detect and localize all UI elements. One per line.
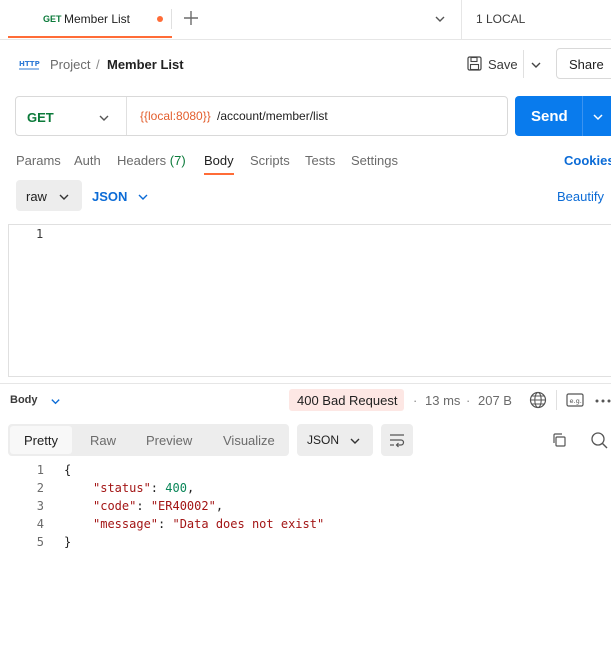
tab-raw[interactable]: Raw xyxy=(90,433,116,448)
json-key: "code" xyxy=(93,499,137,513)
beautify-link[interactable]: Beautify xyxy=(557,189,604,204)
chevron-down-icon[interactable] xyxy=(434,13,446,25)
wrap-lines-icon[interactable] xyxy=(389,432,405,448)
search-icon[interactable] xyxy=(590,431,608,449)
cookies-link[interactable]: Cookies xyxy=(564,153,611,168)
response-size[interactable]: 207 B xyxy=(478,393,512,408)
chevron-down-icon[interactable] xyxy=(50,396,61,407)
json-colon: : xyxy=(150,481,166,495)
tab-params[interactable]: Params xyxy=(16,153,61,168)
tab-divider xyxy=(171,9,172,29)
save-label[interactable]: Save xyxy=(488,57,518,72)
status-text: 400 Bad Request xyxy=(297,393,398,408)
json-colon: : xyxy=(136,499,151,513)
line-number: 2 xyxy=(36,481,44,495)
chevron-down-icon[interactable] xyxy=(137,191,149,203)
json-string: "Data does not exist" xyxy=(172,517,325,531)
json-key: "status" xyxy=(93,481,151,495)
copy-icon[interactable] xyxy=(551,432,567,448)
tab-headers[interactable]: Headers (7) xyxy=(117,153,186,168)
send-label[interactable]: Send xyxy=(531,108,568,125)
tab-visualize[interactable]: Visualize xyxy=(223,433,275,448)
response-time[interactable]: 13 ms xyxy=(425,393,460,408)
svg-text:e.g.: e.g. xyxy=(570,397,582,405)
tab-auth[interactable]: Auth xyxy=(74,153,101,168)
breadcrumb-project[interactable]: Project xyxy=(50,57,90,72)
breadcrumb-separator: / xyxy=(96,57,100,72)
line-number: 3 xyxy=(36,499,44,513)
brace-close: } xyxy=(64,535,72,549)
svg-text:HTTP: HTTP xyxy=(19,60,40,68)
meta-separator: · xyxy=(413,393,418,408)
tab-title[interactable]: Member List xyxy=(64,12,130,26)
brace-open: { xyxy=(64,463,72,477)
environment-divider xyxy=(461,0,462,40)
body-language-dropdown[interactable]: JSON xyxy=(92,189,127,204)
line-number: 1 xyxy=(36,227,44,241)
response-section-dropdown[interactable]: Body xyxy=(10,394,38,406)
active-tab-indicator xyxy=(204,173,234,175)
code-line: "status": 400, xyxy=(93,481,194,495)
http-icon: HTTP xyxy=(18,56,40,72)
url-input[interactable]: /account/member/list xyxy=(217,109,328,123)
tab-headers-label: Headers xyxy=(117,153,167,168)
save-icon xyxy=(467,56,482,71)
body-mode-label[interactable]: raw xyxy=(26,189,47,204)
json-string: "ER40002" xyxy=(150,499,216,513)
chevron-down-icon[interactable] xyxy=(98,112,110,124)
line-number: 5 xyxy=(36,535,44,549)
add-tab-icon[interactable] xyxy=(183,10,199,26)
json-comma: , xyxy=(215,499,224,513)
tab-pretty[interactable]: Pretty xyxy=(24,433,58,448)
chevron-down-icon[interactable] xyxy=(349,435,361,447)
tab-settings[interactable]: Settings xyxy=(351,153,398,168)
chevron-down-icon[interactable] xyxy=(58,191,70,203)
headers-count-badge: (7) xyxy=(169,153,186,168)
line-number: 4 xyxy=(36,517,44,531)
share-label[interactable]: Share xyxy=(569,57,604,72)
more-options-icon[interactable] xyxy=(595,398,611,404)
save-divider xyxy=(523,50,524,78)
line-number: 1 xyxy=(36,463,44,477)
globe-icon[interactable] xyxy=(529,391,547,409)
send-divider xyxy=(582,96,583,136)
code-line: "code": "ER40002", xyxy=(93,499,223,513)
response-divider[interactable] xyxy=(0,383,611,384)
save-options-chevron-icon[interactable] xyxy=(530,59,542,71)
code-line: { xyxy=(64,463,71,477)
method-divider xyxy=(126,97,127,135)
send-options-chevron-icon[interactable] xyxy=(592,111,604,123)
save-example-icon[interactable]: e.g. xyxy=(566,392,584,408)
response-format-label[interactable]: JSON xyxy=(307,433,339,447)
json-number: 400 xyxy=(165,481,187,495)
tab-method-badge: GET xyxy=(43,14,62,24)
json-comma: , xyxy=(186,481,195,495)
environment-selector[interactable]: 1 LOCAL xyxy=(476,12,525,26)
code-line: } xyxy=(64,535,71,549)
method-selector[interactable]: GET xyxy=(27,110,54,125)
toolbar-divider xyxy=(556,390,557,410)
code-line: "message": "Data does not exist" xyxy=(93,517,324,531)
tab-tests[interactable]: Tests xyxy=(305,153,335,168)
request-body-editor[interactable] xyxy=(8,224,611,377)
page-title[interactable]: Member List xyxy=(107,57,184,72)
json-colon: : xyxy=(158,517,173,531)
tab-scripts[interactable]: Scripts xyxy=(250,153,290,168)
url-variable[interactable]: {{local:8080}} xyxy=(140,109,211,123)
json-key: "message" xyxy=(93,517,159,531)
tab-body[interactable]: Body xyxy=(204,153,234,168)
tab-preview[interactable]: Preview xyxy=(146,433,192,448)
unsaved-dot-icon xyxy=(157,16,163,22)
meta-separator: · xyxy=(466,393,471,408)
